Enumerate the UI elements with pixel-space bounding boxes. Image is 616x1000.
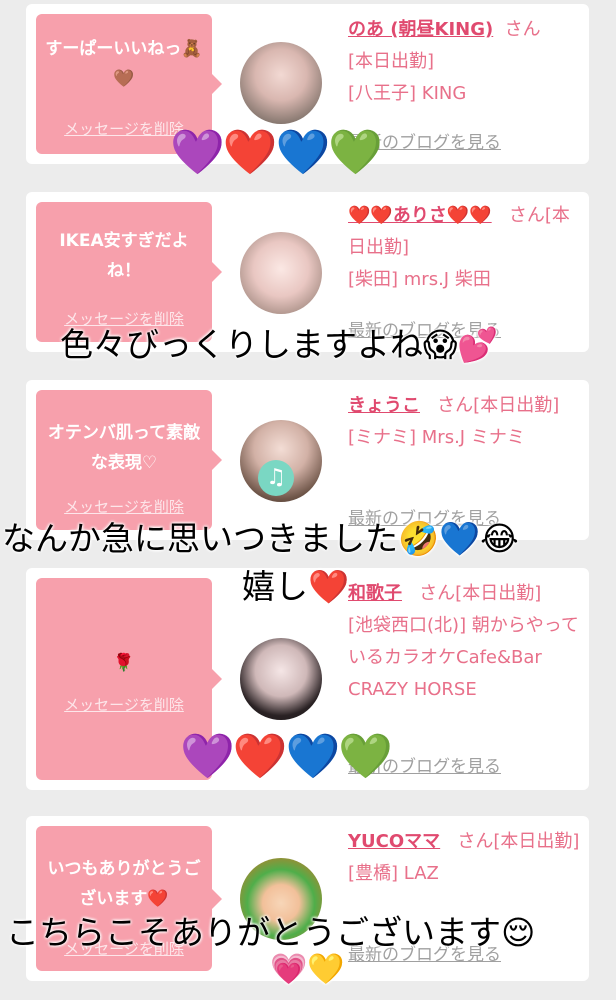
honorific: さん xyxy=(504,19,541,40)
avatar[interactable] xyxy=(240,232,322,314)
area-text: [ミナミ] Mrs.J ミナミ xyxy=(348,427,525,448)
message-text: すーぱーいいねっ🧸🤎 xyxy=(45,39,203,89)
profile-name[interactable]: YUCOママ xyxy=(348,831,440,852)
profile-name[interactable]: 和歌子 xyxy=(348,583,402,604)
profile-name[interactable]: のあ (朝昼KING) xyxy=(348,19,493,40)
profile-name[interactable]: ❤️❤️ありさ❤️❤️ xyxy=(348,205,492,226)
hearts-sticker: 💜❤️💙💚 xyxy=(170,127,383,178)
music-note-icon: ♫ xyxy=(258,460,294,496)
message-text: オテンバ肌って素敵な表現♡ xyxy=(47,423,201,473)
hearts-sticker: 💜❤️💙💚 xyxy=(180,731,393,782)
delete-message-link[interactable]: メッセージを削除 xyxy=(36,694,212,715)
honorific: さん[本日出勤] xyxy=(419,583,542,604)
area-text: [池袋西口(北)] 朝からやっているカラオケCafe&Bar CRAZY HOR… xyxy=(348,615,579,700)
message-text: IKEA安すぎだよね！ xyxy=(59,231,189,281)
honorific: さん[本日出勤] xyxy=(437,395,560,416)
avatar[interactable] xyxy=(240,638,322,720)
honorific: さん[本日出勤] xyxy=(457,831,580,852)
status-text: [本日出勤] xyxy=(348,51,435,72)
avatar[interactable] xyxy=(240,42,322,124)
caption-text: こちらこそありがとうございます😌 xyxy=(6,913,536,952)
message-text: 🌹 xyxy=(113,653,135,673)
message-bubble: オテンバ肌って素敵な表現♡ メッセージを削除 xyxy=(36,390,222,530)
hearts-sticker: 💗💛 xyxy=(270,952,345,987)
profile-info: ❤️❤️ありさ❤️❤️ さん[本日出勤] [柴田] mrs.J 柴田 xyxy=(348,200,580,296)
profile-info: きょうこ さん[本日出勤] [ミナミ] Mrs.J ミナミ xyxy=(348,390,580,454)
profile-info: のあ (朝昼KING) さん [本日出勤] [八王子] KING xyxy=(348,14,580,110)
caption-text: 嬉し❤️ xyxy=(242,567,350,606)
caption-text: 色々びっくりしますよね😱💕 xyxy=(60,325,499,364)
area-text: [八王子] KING xyxy=(348,83,467,104)
avatar[interactable]: ♫ xyxy=(240,420,322,502)
profile-name[interactable]: きょうこ xyxy=(348,395,420,416)
profile-info: 和歌子 さん[本日出勤] [池袋西口(北)] 朝からやっているカラオケCafe&… xyxy=(348,578,580,706)
area-text: [豊橋] LAZ xyxy=(348,863,439,884)
message-text: いつもありがとうございます❤️ xyxy=(47,859,201,909)
caption-text: なんか急に思いつきました🤣💙😂 xyxy=(2,519,519,558)
profile-info: YUCOママ さん[本日出勤] [豊橋] LAZ xyxy=(348,826,580,890)
area-text: [柴田] mrs.J 柴田 xyxy=(348,269,491,290)
